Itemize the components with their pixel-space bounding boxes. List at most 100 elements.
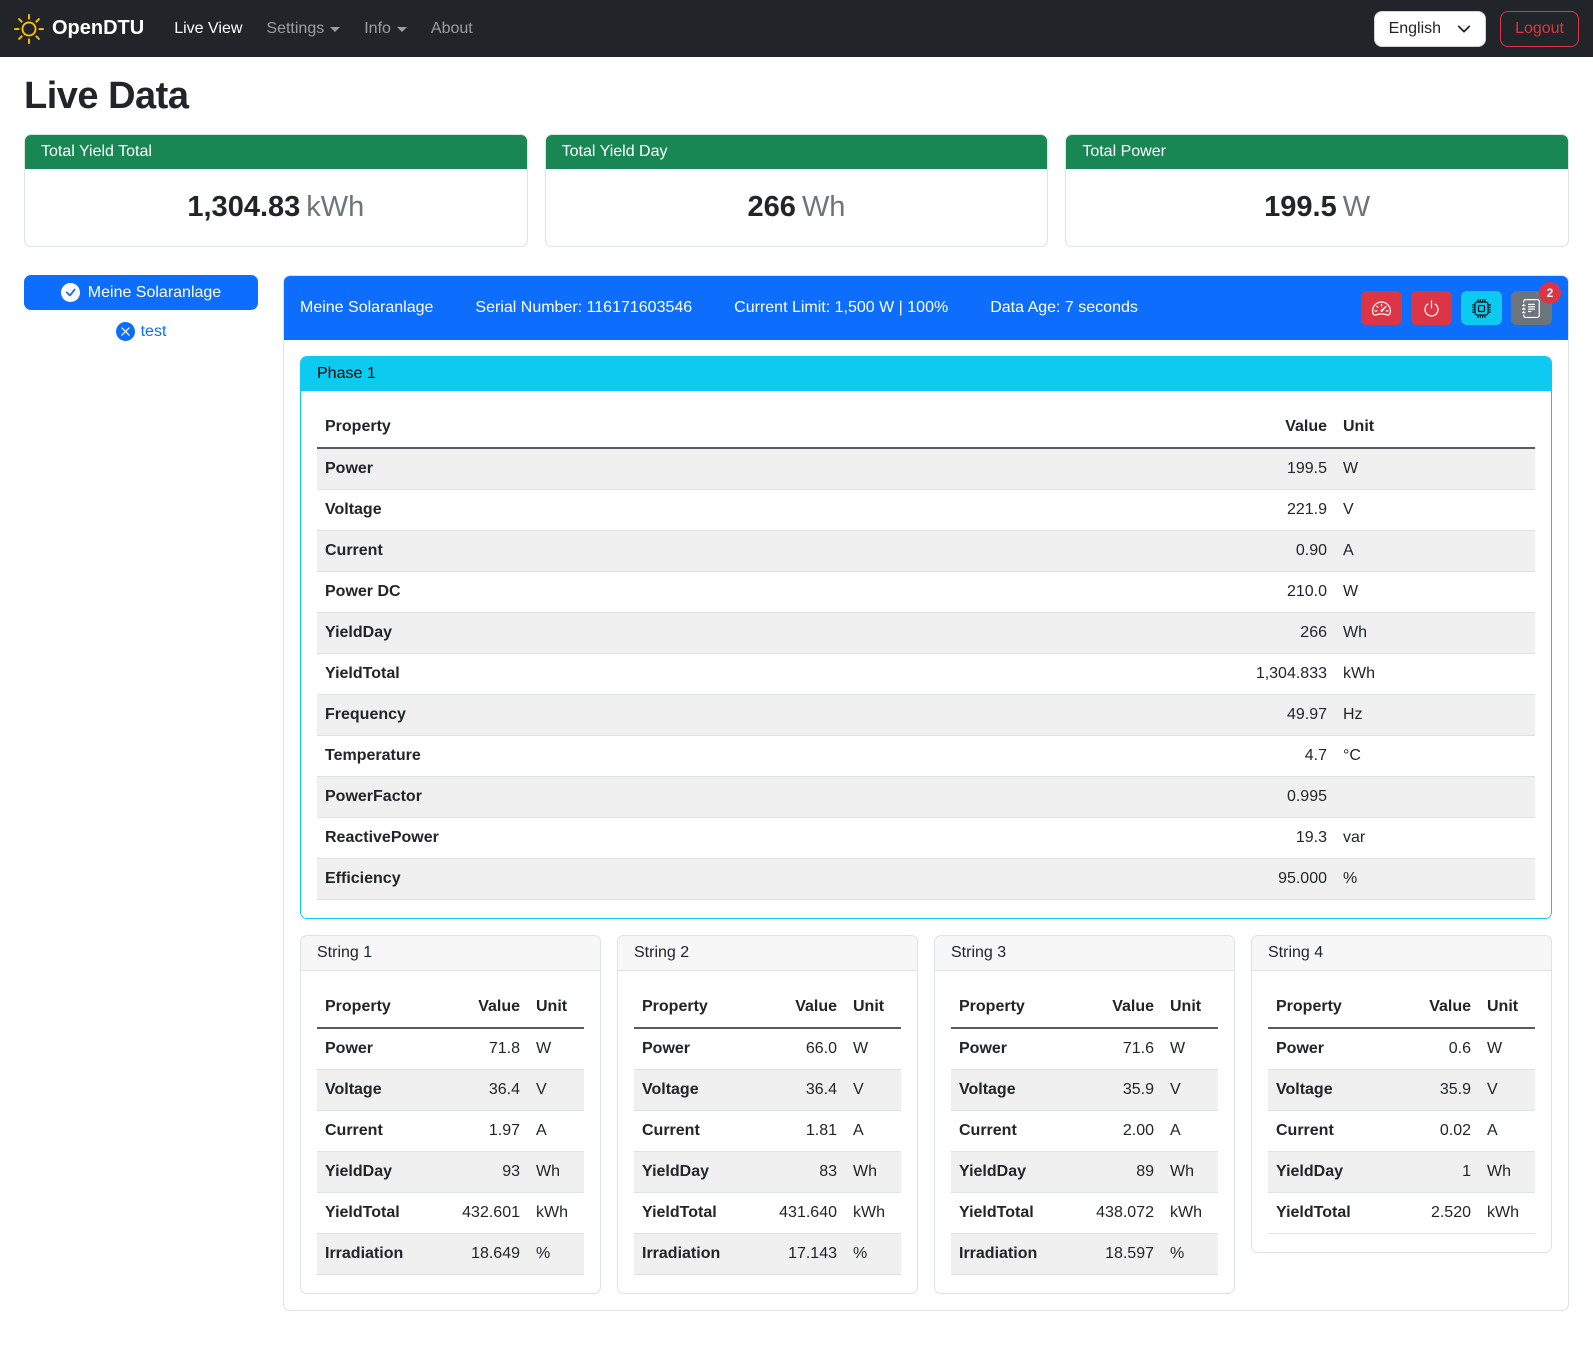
table-row: Power71.6W xyxy=(951,1028,1218,1070)
summary-card-unit: kWh xyxy=(306,191,364,223)
property-cell: YieldDay xyxy=(1268,1152,1387,1193)
inverter-action-buttons: 2 xyxy=(1361,291,1552,325)
property-cell: Voltage xyxy=(317,490,1215,531)
table-header-row: Property Value Unit xyxy=(317,987,584,1028)
device-info-button[interactable] xyxy=(1461,291,1502,325)
page-content: Live Data Total Yield Total 1,304.83kWh … xyxy=(0,57,1593,1325)
unit-cell: kWh xyxy=(528,1193,584,1234)
logout-button[interactable]: Logout xyxy=(1500,11,1579,47)
page-title: Live Data xyxy=(24,75,1569,118)
property-cell: Irradiation xyxy=(634,1234,753,1275)
column-header-unit: Unit xyxy=(1335,407,1535,448)
property-cell: Voltage xyxy=(634,1070,753,1111)
summary-card-title: Total Power xyxy=(1066,135,1568,169)
column-header-property: Property xyxy=(1268,987,1387,1028)
property-cell: YieldTotal xyxy=(317,654,1215,695)
nav-item-info[interactable]: Info xyxy=(354,12,417,46)
nav-item-settings[interactable]: Settings xyxy=(256,12,350,46)
language-select[interactable]: English xyxy=(1374,11,1486,47)
table-row: Current1.81A xyxy=(634,1111,901,1152)
table-header-row: Property Value Unit xyxy=(951,987,1218,1028)
brand[interactable]: OpenDTU xyxy=(14,14,144,44)
nav-item-label: Settings xyxy=(266,20,324,38)
unit-cell: W xyxy=(845,1028,901,1070)
string-card-3: String 3 Property Value Unit xyxy=(934,935,1235,1294)
inverter-sidebar: Meine Solaranlage test xyxy=(24,275,258,341)
unit-cell: Wh xyxy=(1162,1152,1218,1193)
column-header-property: Property xyxy=(317,407,1215,448)
column-header-value: Value xyxy=(1387,987,1479,1028)
table-row: Irradiation17.143% xyxy=(634,1234,901,1275)
property-cell: Power xyxy=(317,1028,436,1070)
value-cell: 0.6 xyxy=(1387,1028,1479,1070)
property-cell: Power xyxy=(951,1028,1070,1070)
property-cell: Irradiation xyxy=(951,1234,1070,1275)
phase-body: Property Value Unit Power199.5W Voltage2… xyxy=(301,391,1551,918)
property-cell: Voltage xyxy=(317,1070,436,1111)
sun-logo-icon xyxy=(14,14,44,44)
summary-card-total-yield-day: Total Yield Day 266Wh xyxy=(545,134,1049,247)
unit-cell: A xyxy=(528,1111,584,1152)
event-count-badge: 2 xyxy=(1539,282,1561,304)
property-cell: Power xyxy=(1268,1028,1387,1070)
column-header-value: Value xyxy=(1215,407,1335,448)
summary-card-value: 199.5 xyxy=(1264,191,1337,223)
unit-cell: W xyxy=(1335,448,1535,490)
limit-settings-button[interactable] xyxy=(1361,291,1402,325)
property-cell: Irradiation xyxy=(317,1234,436,1275)
value-cell: 18.597 xyxy=(1070,1234,1162,1275)
phase-panel: Phase 1 Property Value Unit xyxy=(300,356,1552,919)
property-cell: Power xyxy=(317,448,1215,490)
unit-cell: V xyxy=(1162,1070,1218,1111)
current-limit: Current Limit: 1,500 W | 100% xyxy=(734,299,948,317)
value-cell: 71.6 xyxy=(1070,1028,1162,1070)
table-row: Current0.02A xyxy=(1268,1111,1535,1152)
unit-cell: % xyxy=(1335,859,1535,900)
unit-cell: A xyxy=(845,1111,901,1152)
inverter-select-button-meine-solaranlage[interactable]: Meine Solaranlage xyxy=(24,275,258,310)
summary-card-value: 1,304.83 xyxy=(187,191,300,223)
chevron-down-icon xyxy=(1457,22,1471,36)
nav-item-label: Info xyxy=(364,20,391,38)
value-cell: 35.9 xyxy=(1070,1070,1162,1111)
value-cell: 35.9 xyxy=(1387,1070,1479,1111)
unit-cell: kWh xyxy=(845,1193,901,1234)
property-cell: YieldDay xyxy=(634,1152,753,1193)
unit-cell: W xyxy=(1335,572,1535,613)
unit-cell: Wh xyxy=(528,1152,584,1193)
table-row: YieldDay89Wh xyxy=(951,1152,1218,1193)
string-card-title: String 3 xyxy=(935,936,1234,971)
string-card-4: String 4 Property Value Unit xyxy=(1251,935,1552,1253)
property-cell: Power DC xyxy=(317,572,1215,613)
property-cell: YieldTotal xyxy=(1268,1193,1387,1234)
nav-item-about[interactable]: About xyxy=(421,12,483,46)
unit-cell: Hz xyxy=(1335,695,1535,736)
column-header-property: Property xyxy=(951,987,1070,1028)
table-row: Current0.90A xyxy=(317,531,1535,572)
serial-number: Serial Number: 116171603546 xyxy=(475,299,692,317)
table-row: Power0.6W xyxy=(1268,1028,1535,1070)
table-row: Efficiency95.000% xyxy=(317,859,1535,900)
unit-cell: V xyxy=(845,1070,901,1111)
value-cell: 2.520 xyxy=(1387,1193,1479,1234)
inverter-item-test[interactable]: test xyxy=(24,322,258,341)
table-row: Voltage36.4V xyxy=(317,1070,584,1111)
unit-cell: % xyxy=(528,1234,584,1275)
power-button[interactable] xyxy=(1411,291,1452,325)
property-cell: Current xyxy=(317,1111,436,1152)
table-row: Irradiation18.597% xyxy=(951,1234,1218,1275)
nav-right: English Logout xyxy=(1374,11,1579,47)
unit-cell: Wh xyxy=(845,1152,901,1193)
unit-cell: W xyxy=(1479,1028,1535,1070)
phase-title: Phase 1 xyxy=(301,357,1551,391)
language-select-value: English xyxy=(1389,20,1441,38)
summary-card-body: 199.5W xyxy=(1066,169,1568,246)
table-header-row: Property Value Unit xyxy=(317,407,1535,448)
table-row: Power66.0W xyxy=(634,1028,901,1070)
nav-item-live-view[interactable]: Live View xyxy=(164,12,252,46)
property-cell: PowerFactor xyxy=(317,777,1215,818)
value-cell: 19.3 xyxy=(1215,818,1335,859)
summary-card-unit: Wh xyxy=(802,191,846,223)
strings-grid: String 1 Property Value Unit xyxy=(300,935,1552,1294)
value-cell: 266 xyxy=(1215,613,1335,654)
